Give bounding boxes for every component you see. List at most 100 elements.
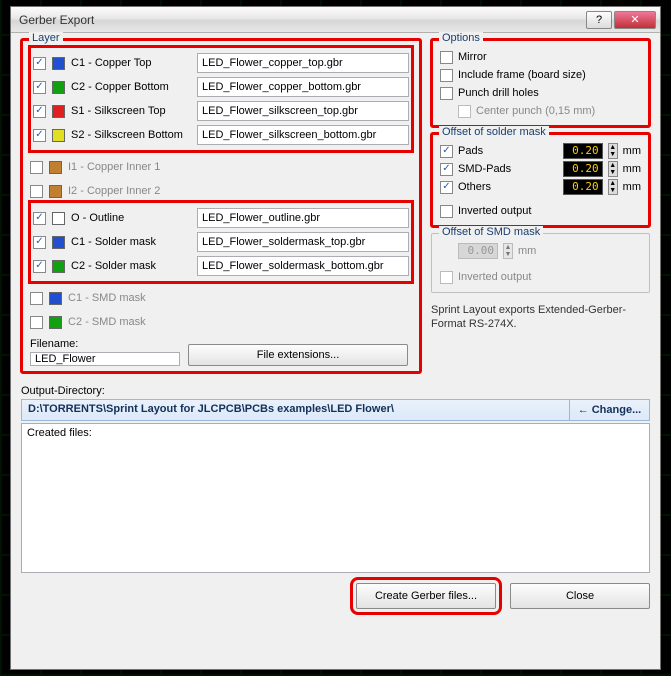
layer-filename-input[interactable]	[197, 232, 409, 252]
layer-swatch	[49, 292, 62, 305]
layer-filename-input[interactable]	[197, 53, 409, 73]
layer-filename-input[interactable]	[197, 101, 409, 121]
layer-name: C2 - Solder mask	[71, 260, 191, 272]
others-label: Others	[458, 181, 558, 193]
layer-swatch	[52, 81, 65, 94]
layer-filename-input[interactable]	[197, 208, 409, 228]
export-note: Sprint Layout exports Extended-Gerber-Fo…	[431, 303, 650, 332]
create-gerber-button[interactable]: Create Gerber files...	[356, 583, 496, 609]
created-files-box: Created files:	[21, 423, 650, 573]
center-punch-label: Center punch (0,15 mm)	[476, 105, 595, 117]
layer-swatch	[52, 212, 65, 225]
layer-checkbox[interactable]	[33, 236, 46, 249]
others-checkbox[interactable]	[440, 181, 453, 194]
layer-row: C1 - Solder mask	[33, 230, 409, 254]
help-button[interactable]: ?	[586, 11, 612, 29]
layer-row: C2 - Copper Bottom	[33, 75, 409, 99]
layer-swatch	[49, 185, 62, 198]
close-button[interactable]: Close	[510, 583, 650, 609]
output-dir-path: D:\TORRENTS\Sprint Layout for JLCPCB\PCB…	[22, 400, 569, 420]
window-title: Gerber Export	[19, 13, 584, 27]
smdpads-checkbox[interactable]	[440, 163, 453, 176]
layer-name: I2 - Copper Inner 2	[68, 185, 188, 197]
layer-checkbox[interactable]	[30, 292, 43, 305]
close-window-button[interactable]: ✕	[614, 11, 656, 29]
layer-checkbox[interactable]	[30, 316, 43, 329]
layer-row: O - Outline	[33, 206, 409, 230]
smd-offset-legend: Offset of SMD mask	[439, 226, 543, 238]
layer-swatch	[52, 129, 65, 142]
layer-filename-input[interactable]	[197, 256, 409, 276]
smd-offset-unit: mm	[518, 245, 536, 257]
layer-row: C1 - SMD mask	[30, 286, 412, 310]
layer-swatch	[49, 161, 62, 174]
smd-inverted-label: Inverted output	[458, 271, 531, 283]
layer-name: C1 - Copper Top	[71, 57, 191, 69]
layer-filename-input[interactable]	[197, 125, 409, 145]
output-dir-label: Output-Directory:	[21, 385, 650, 397]
layer-checkbox[interactable]	[30, 185, 43, 198]
layer-checkbox[interactable]	[33, 212, 46, 225]
layer-checkbox[interactable]	[33, 57, 46, 70]
smdpads-label: SMD-Pads	[458, 163, 558, 175]
mirror-label: Mirror	[458, 51, 487, 63]
layer-checkbox[interactable]	[33, 105, 46, 118]
solder-offset-legend: Offset of solder mask	[439, 126, 549, 138]
pads-value[interactable]: 0.20	[563, 143, 603, 159]
include-frame-label: Include frame (board size)	[458, 69, 586, 81]
layer-name: S2 - Silkscreen Bottom	[71, 129, 191, 141]
layers-inner-block: I1 - Copper Inner 1 I2 - Copper Inner 2	[30, 155, 412, 203]
smdpads-value[interactable]: 0.20	[563, 161, 603, 177]
layer-row: C2 - SMD mask	[30, 310, 412, 334]
titlebar: Gerber Export ? ✕	[11, 7, 660, 33]
smd-offset-spinner: ▲▼	[503, 243, 513, 259]
layer-row: C2 - Solder mask	[33, 254, 409, 278]
layer-filename-input[interactable]	[197, 77, 409, 97]
layer-checkbox[interactable]	[33, 260, 46, 273]
layer-swatch	[52, 236, 65, 249]
smd-offset-group: Offset of SMD mask 0.00▲▼mm Inverted out…	[431, 233, 650, 293]
smd-inverted-checkbox	[440, 271, 453, 284]
layer-row: S1 - Silkscreen Top	[33, 99, 409, 123]
arrow-left-icon: ←	[578, 404, 589, 416]
file-extensions-button[interactable]: File extensions...	[188, 344, 408, 366]
layer-checkbox[interactable]	[33, 81, 46, 94]
layer-row: I1 - Copper Inner 1	[30, 155, 412, 179]
punch-label: Punch drill holes	[458, 87, 539, 99]
pads-spinner[interactable]: ▲▼	[608, 143, 618, 159]
others-unit: mm	[623, 181, 641, 193]
filename-input[interactable]	[30, 352, 180, 366]
solder-inverted-checkbox[interactable]	[440, 205, 453, 218]
include-frame-checkbox[interactable]	[440, 69, 453, 82]
smd-offset-value: 0.00	[458, 243, 498, 259]
options-group: Options Mirror Include frame (board size…	[431, 39, 650, 127]
layer-swatch	[52, 105, 65, 118]
smdpads-spinner[interactable]: ▲▼	[608, 161, 618, 177]
layers-mask-block: O - Outline C1 - Solder mask C2 - Solder m…	[28, 200, 414, 284]
layer-name: S1 - Silkscreen Top	[71, 105, 191, 117]
pads-unit: mm	[623, 145, 641, 157]
mirror-checkbox[interactable]	[440, 51, 453, 64]
layer-name: C1 - Solder mask	[71, 236, 191, 248]
layer-row: C1 - Copper Top	[33, 51, 409, 75]
layer-group: Layer C1 - Copper TopC2 - Copper BottomS…	[21, 39, 421, 373]
change-dir-button[interactable]: ←Change...	[569, 400, 649, 420]
others-spinner[interactable]: ▲▼	[608, 179, 618, 195]
filename-label: Filename:	[30, 338, 180, 350]
gerber-export-window: Gerber Export ? ✕ Layer C1 - Copper TopC…	[10, 6, 661, 670]
solder-inverted-label: Inverted output	[458, 205, 531, 217]
smdpads-unit: mm	[623, 163, 641, 175]
layer-checkbox[interactable]	[33, 129, 46, 142]
others-value[interactable]: 0.20	[563, 179, 603, 195]
solder-offset-group: Offset of solder mask Pads0.20▲▼mm SMD-P…	[431, 133, 650, 227]
options-legend: Options	[439, 32, 483, 44]
layer-swatch	[52, 260, 65, 273]
layers-primary-block: C1 - Copper Top C2 - Copper Bottom S1 - Si…	[28, 45, 414, 153]
output-dir-bar: D:\TORRENTS\Sprint Layout for JLCPCB\PCB…	[21, 399, 650, 421]
layer-name: I1 - Copper Inner 1	[68, 161, 188, 173]
layer-checkbox[interactable]	[30, 161, 43, 174]
created-files-label: Created files:	[27, 427, 92, 439]
pads-checkbox[interactable]	[440, 145, 453, 158]
layers-smd-block: C1 - SMD maskC2 - SMD mask	[30, 286, 412, 334]
punch-checkbox[interactable]	[440, 87, 453, 100]
